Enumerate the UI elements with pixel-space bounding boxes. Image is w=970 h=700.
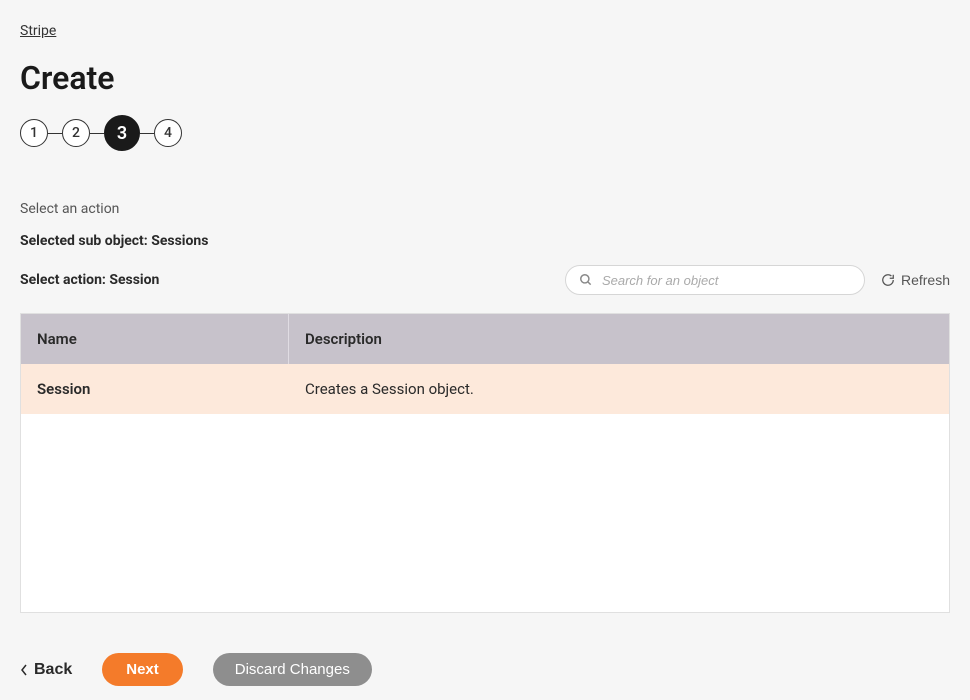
stepper: 1 2 3 4 bbox=[20, 115, 950, 151]
next-button[interactable]: Next bbox=[102, 653, 183, 686]
refresh-button[interactable]: Refresh bbox=[881, 272, 950, 288]
column-header-name[interactable]: Name bbox=[21, 314, 289, 364]
breadcrumb-stripe[interactable]: Stripe bbox=[20, 23, 56, 39]
step-connector bbox=[140, 133, 154, 134]
step-1[interactable]: 1 bbox=[20, 119, 48, 147]
table-header: Name Description bbox=[21, 314, 949, 364]
action-table: Name Description Session Creates a Sessi… bbox=[20, 313, 950, 613]
table-row[interactable]: Session Creates a Session object. bbox=[21, 364, 949, 414]
page-title: Create bbox=[20, 59, 950, 97]
section-label: Select an action bbox=[20, 201, 950, 217]
step-2[interactable]: 2 bbox=[62, 119, 90, 147]
select-action-line: Select action: Session bbox=[20, 272, 159, 288]
back-label: Back bbox=[34, 661, 72, 679]
refresh-icon bbox=[881, 273, 895, 287]
selected-sub-object: Selected sub object: Sessions bbox=[20, 233, 950, 249]
back-button[interactable]: Back bbox=[20, 661, 72, 679]
footer-actions: Back Next Discard Changes bbox=[20, 653, 950, 686]
cell-name: Session bbox=[21, 364, 289, 414]
column-header-description[interactable]: Description bbox=[289, 314, 949, 364]
search-input[interactable] bbox=[565, 265, 865, 295]
search-icon bbox=[579, 273, 593, 287]
cell-description: Creates a Session object. bbox=[289, 364, 949, 414]
refresh-label: Refresh bbox=[901, 272, 950, 288]
step-4[interactable]: 4 bbox=[154, 119, 182, 147]
chevron-left-icon bbox=[20, 664, 28, 676]
step-3[interactable]: 3 bbox=[104, 115, 140, 151]
step-connector bbox=[90, 133, 104, 134]
step-connector bbox=[48, 133, 62, 134]
discard-button[interactable]: Discard Changes bbox=[213, 653, 372, 686]
